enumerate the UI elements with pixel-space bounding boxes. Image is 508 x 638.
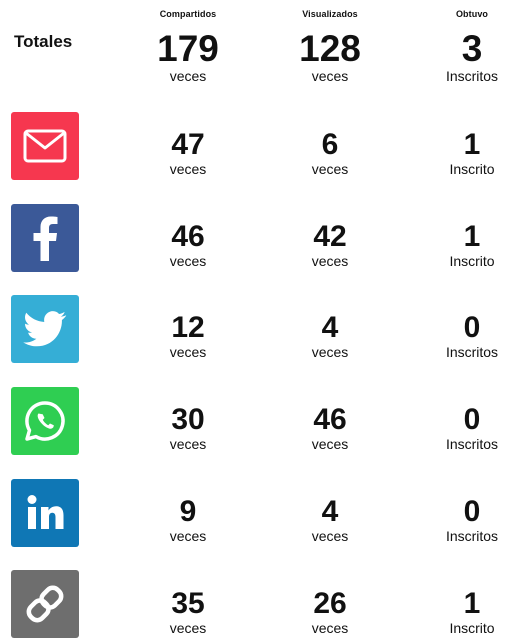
facebook-viewed-value: 42 bbox=[313, 220, 347, 253]
header-viewed: Visualizados bbox=[302, 9, 358, 19]
facebook-obtained-unit: Inscrito bbox=[449, 253, 495, 269]
link-icon[interactable] bbox=[11, 570, 79, 638]
totals-obtained-value: 3 bbox=[461, 28, 483, 69]
email-obtained-unit: Inscrito bbox=[449, 161, 495, 177]
email-obtained-value: 1 bbox=[463, 128, 481, 161]
link-obtained-value: 1 bbox=[463, 587, 481, 620]
link-viewed-value: 26 bbox=[313, 587, 347, 620]
email-shared: 47 veces bbox=[128, 128, 248, 177]
linkedin-viewed-unit: veces bbox=[311, 528, 349, 544]
totals-viewed: 128 veces bbox=[270, 30, 390, 83]
twitter-viewed-unit: veces bbox=[311, 344, 349, 360]
totals-obtained-unit: Inscritos bbox=[445, 68, 499, 84]
whatsapp-obtained-unit: Inscritos bbox=[445, 436, 499, 452]
link-shared-unit: veces bbox=[169, 620, 207, 636]
twitter-shared: 12 veces bbox=[128, 311, 248, 360]
facebook-shared-unit: veces bbox=[169, 253, 207, 269]
whatsapp-shared-unit: veces bbox=[169, 436, 207, 452]
facebook-obtained: 1 Inscrito bbox=[412, 220, 508, 269]
linkedin-obtained-value: 0 bbox=[463, 495, 481, 528]
whatsapp-obtained: 0 Inscritos bbox=[412, 403, 508, 452]
whatsapp-shared-value: 30 bbox=[171, 403, 205, 436]
twitter-viewed: 4 veces bbox=[270, 311, 390, 360]
twitter-obtained-value: 0 bbox=[463, 311, 481, 344]
header-obtained: Obtuvo bbox=[455, 9, 489, 19]
whatsapp-viewed: 46 veces bbox=[270, 403, 390, 452]
whatsapp-shared: 30 veces bbox=[128, 403, 248, 452]
facebook-viewed: 42 veces bbox=[270, 220, 390, 269]
link-obtained: 1 Inscrito bbox=[412, 587, 508, 636]
totals-shared-value: 179 bbox=[157, 28, 219, 69]
twitter-shared-value: 12 bbox=[171, 311, 205, 344]
email-shared-unit: veces bbox=[169, 161, 207, 177]
facebook-viewed-unit: veces bbox=[311, 253, 349, 269]
link-shared: 35 veces bbox=[128, 587, 248, 636]
totals-obtained: 3 Inscritos bbox=[412, 30, 508, 83]
totals-label: Totales bbox=[14, 32, 73, 51]
twitter-icon[interactable] bbox=[11, 295, 79, 363]
totals-shared-unit: veces bbox=[169, 68, 207, 84]
facebook-icon[interactable] bbox=[11, 204, 79, 272]
facebook-shared-value: 46 bbox=[171, 220, 205, 253]
twitter-shared-unit: veces bbox=[169, 344, 207, 360]
link-viewed: 26 veces bbox=[270, 587, 390, 636]
twitter-obtained: 0 Inscritos bbox=[412, 311, 508, 360]
facebook-shared: 46 veces bbox=[128, 220, 248, 269]
linkedin-viewed: 4 veces bbox=[270, 495, 390, 544]
whatsapp-icon[interactable] bbox=[11, 387, 79, 455]
whatsapp-viewed-value: 46 bbox=[313, 403, 347, 436]
link-shared-value: 35 bbox=[171, 587, 205, 620]
link-viewed-unit: veces bbox=[311, 620, 349, 636]
linkedin-obtained-unit: Inscritos bbox=[445, 528, 499, 544]
linkedin-shared: 9 veces bbox=[128, 495, 248, 544]
whatsapp-viewed-unit: veces bbox=[311, 436, 349, 452]
twitter-viewed-value: 4 bbox=[321, 311, 339, 344]
totals-viewed-unit: veces bbox=[311, 68, 349, 84]
twitter-obtained-unit: Inscritos bbox=[445, 344, 499, 360]
link-obtained-unit: Inscrito bbox=[449, 620, 495, 636]
email-viewed-value: 6 bbox=[321, 128, 339, 161]
header-shared: Compartidos bbox=[159, 9, 217, 19]
email-viewed: 6 veces bbox=[270, 128, 390, 177]
email-obtained: 1 Inscrito bbox=[412, 128, 508, 177]
linkedin-shared-value: 9 bbox=[179, 495, 197, 528]
email-viewed-unit: veces bbox=[311, 161, 349, 177]
email-shared-value: 47 bbox=[171, 128, 205, 161]
whatsapp-obtained-value: 0 bbox=[463, 403, 481, 436]
email-icon[interactable] bbox=[11, 112, 79, 180]
totals-shared: 179 veces bbox=[128, 30, 248, 83]
totals-viewed-value: 128 bbox=[299, 28, 361, 69]
facebook-obtained-value: 1 bbox=[463, 220, 481, 253]
linkedin-viewed-value: 4 bbox=[321, 495, 339, 528]
linkedin-icon[interactable] bbox=[11, 479, 79, 547]
linkedin-shared-unit: veces bbox=[169, 528, 207, 544]
linkedin-obtained: 0 Inscritos bbox=[412, 495, 508, 544]
